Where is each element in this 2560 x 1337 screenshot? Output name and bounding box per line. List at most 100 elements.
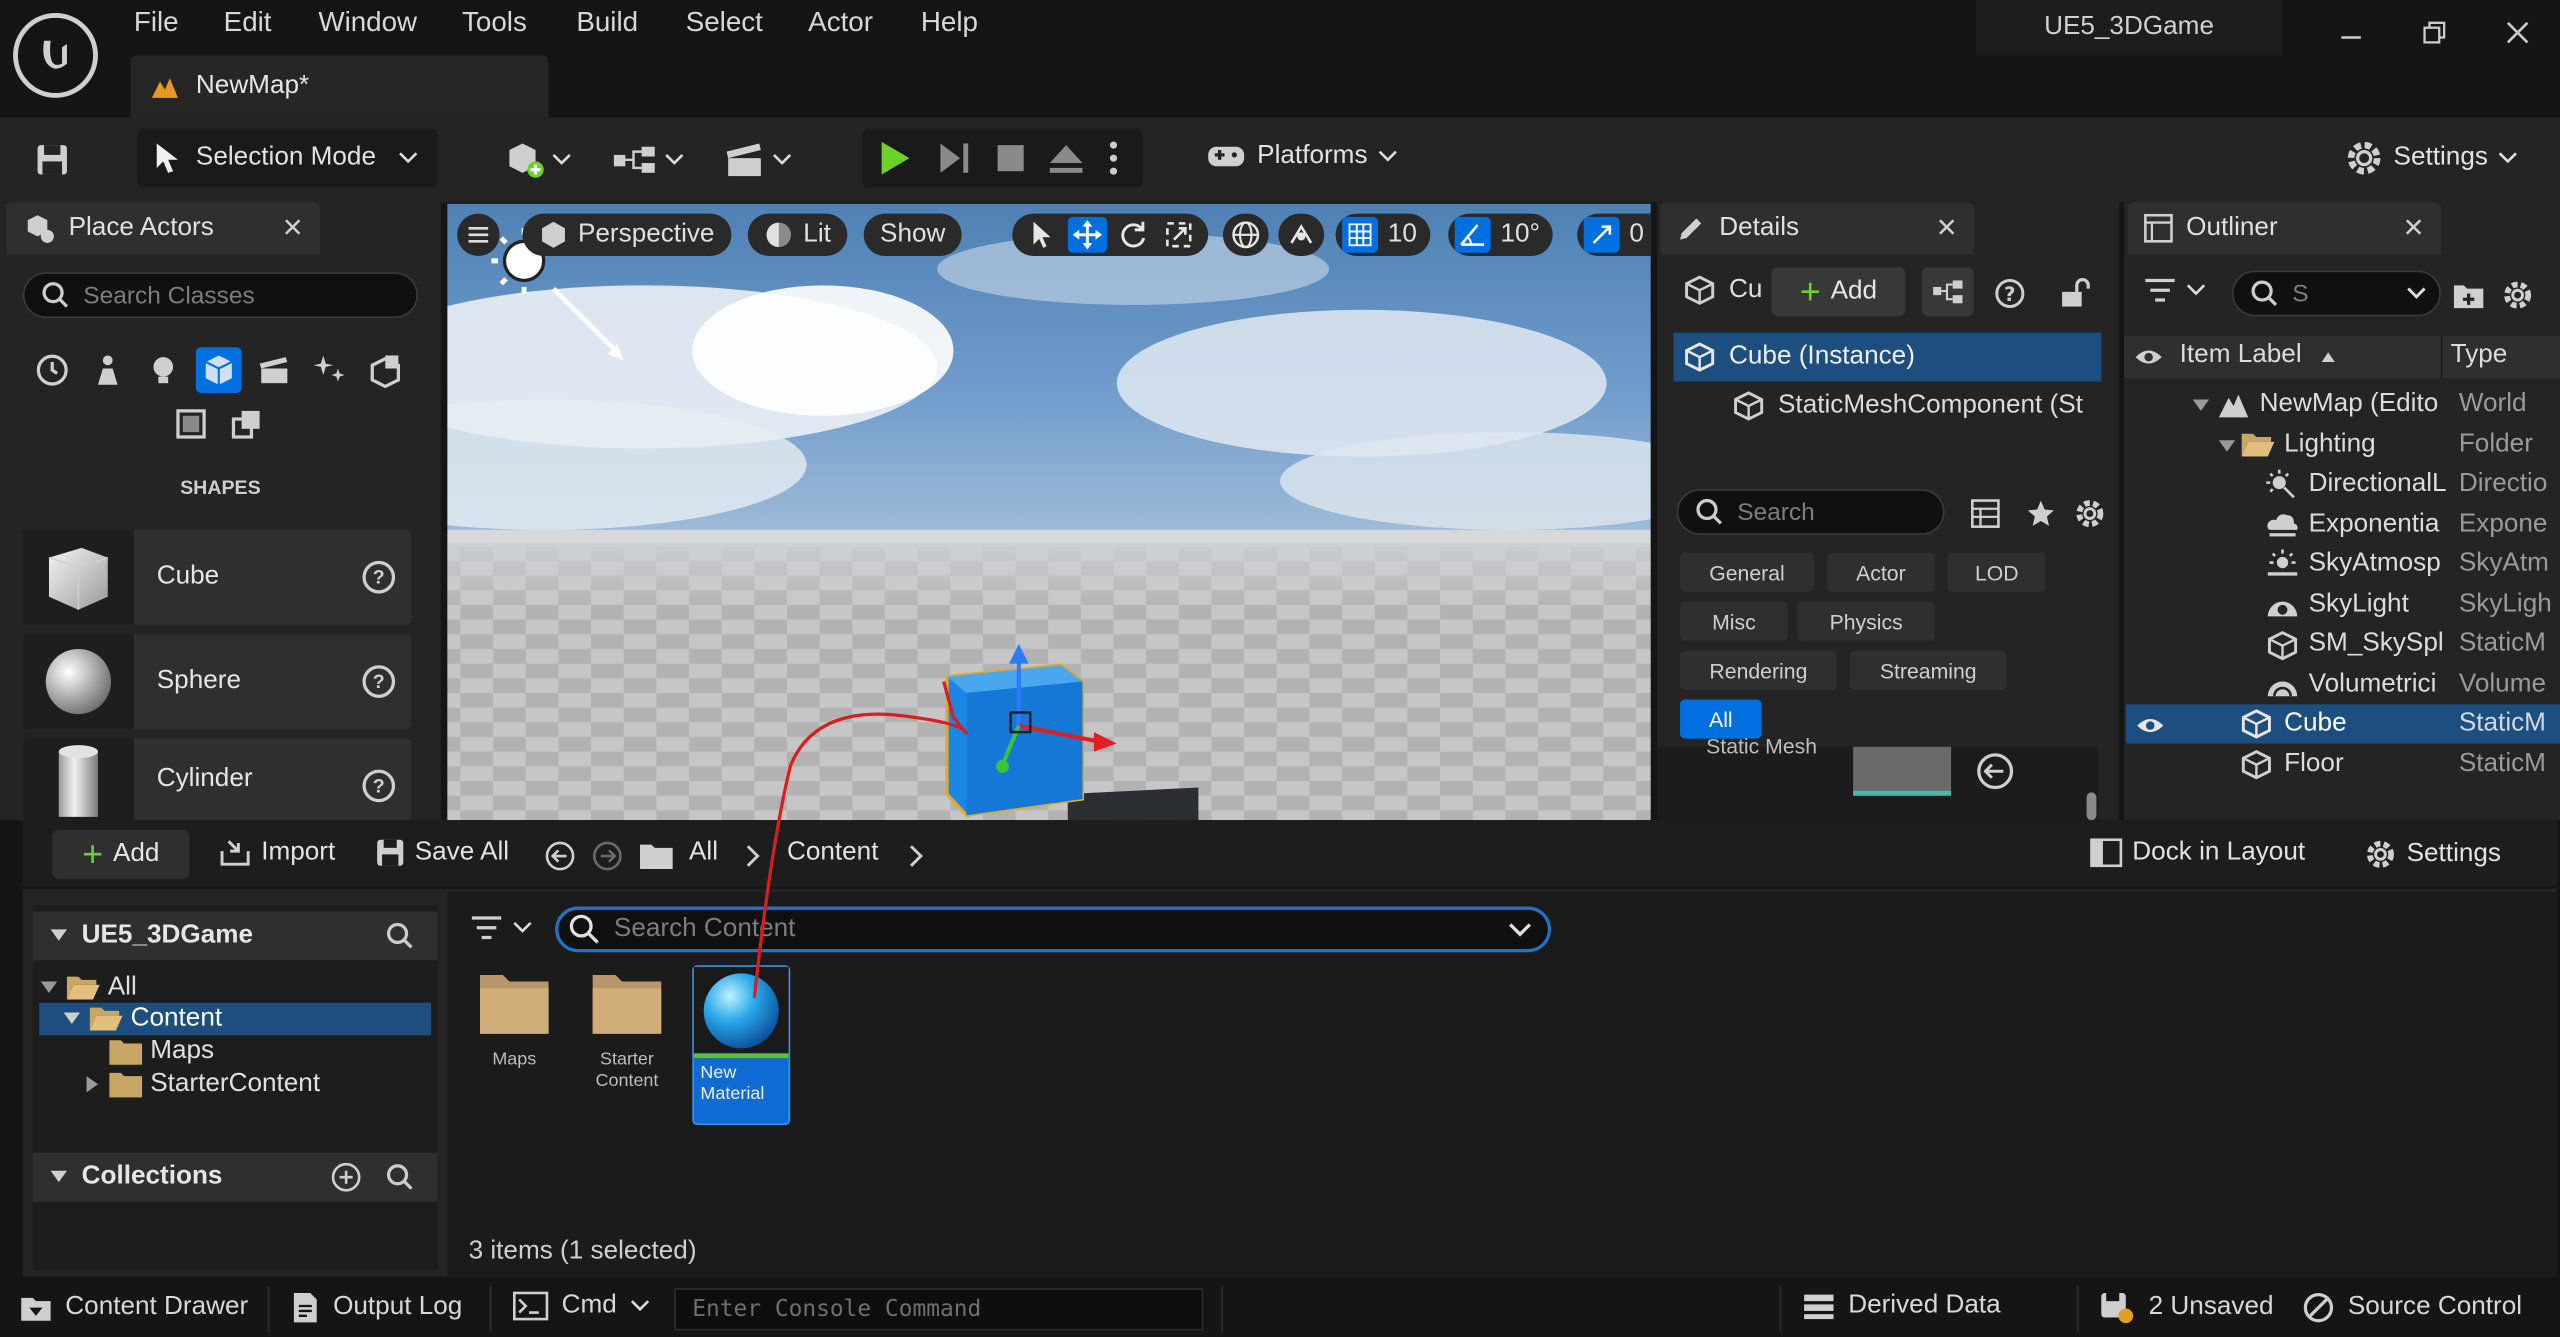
menu-build[interactable]: Build: [576, 7, 638, 40]
derived-data-button[interactable]: Derived Data: [1803, 1291, 2001, 1320]
search-classes-input[interactable]: Search Classes: [22, 272, 418, 318]
add-content-button[interactable]: [498, 137, 576, 183]
recent-icon[interactable]: [29, 347, 75, 393]
viewport-menu-icon[interactable]: [457, 213, 500, 256]
settings-button[interactable]: Settings: [2345, 139, 2518, 178]
filter-general[interactable]: General: [1680, 552, 1814, 592]
source-control-button[interactable]: Source Control: [2302, 1291, 2522, 1324]
surface-snap-icon[interactable]: [1278, 213, 1325, 256]
cmd-dropdown[interactable]: Cmd: [512, 1291, 650, 1321]
blueprint-edit-icon[interactable]: [1921, 267, 1974, 317]
save-all-button[interactable]: Save All: [376, 838, 509, 867]
help-icon[interactable]: ?: [362, 560, 396, 594]
type-column[interactable]: Type: [2451, 341, 2508, 370]
filter-actor[interactable]: Actor: [1826, 552, 1935, 592]
dock-in-layout-button[interactable]: Dock in Layout: [2090, 838, 2305, 868]
outliner-row-exponential-fog[interactable]: Exponentia Expone: [2126, 505, 2560, 544]
select-cursor-icon[interactable]: [1022, 220, 1061, 249]
menu-file[interactable]: File: [134, 7, 179, 40]
history-forward-icon[interactable]: [589, 838, 625, 874]
outliner-row-floor[interactable]: Floor StaticM: [2126, 745, 2560, 784]
search-icon[interactable]: [385, 921, 414, 950]
place-actors-tab[interactable]: Place Actors ✕: [6, 202, 321, 255]
help-icon[interactable]: ?: [362, 769, 396, 803]
add-component-button[interactable]: + Add: [1771, 267, 1906, 317]
browse-arrow-icon[interactable]: [1977, 753, 2014, 790]
outliner-row-lighting[interactable]: Lighting Folder: [2126, 426, 2560, 465]
visibility-eye-icon[interactable]: [2134, 346, 2163, 369]
filter-physics[interactable]: Physics: [1797, 601, 1935, 641]
shape-item-cube[interactable]: Cube ?: [22, 529, 412, 625]
all-classes-icon[interactable]: [224, 401, 270, 447]
add-button[interactable]: + Add: [52, 829, 190, 879]
collections-header[interactable]: Collections: [32, 1152, 438, 1202]
outliner-row-sky-atmosphere[interactable]: SkyAtmosp SkyAtm: [2126, 545, 2560, 584]
gear-icon[interactable]: [2072, 496, 2108, 532]
lights-icon[interactable]: [140, 347, 186, 393]
breadcrumb-all[interactable]: All: [689, 838, 718, 867]
cb-settings-button[interactable]: Settings: [2364, 838, 2501, 871]
menu-window[interactable]: Window: [318, 7, 417, 40]
asset-folder-startercontent[interactable]: Starter Content: [578, 965, 676, 1125]
save-icon[interactable]: [29, 137, 75, 183]
unlock-icon[interactable]: [2056, 274, 2095, 313]
breadcrumb-separator-icon[interactable]: [908, 845, 924, 868]
cinematics-button[interactable]: [718, 137, 796, 183]
outliner-search-input[interactable]: S: [2231, 270, 2441, 317]
selection-mode-button[interactable]: Selection Mode: [137, 128, 438, 188]
cinematic-icon[interactable]: [251, 347, 297, 393]
output-log-button[interactable]: Output Log: [291, 1291, 462, 1324]
minimize-icon[interactable]: [2318, 10, 2383, 56]
outliner-row-cube[interactable]: Cube StaticM: [2125, 704, 2560, 744]
close-icon[interactable]: ✕: [282, 212, 304, 245]
expand-arrow-icon[interactable]: [2217, 439, 2237, 455]
outliner-row-directional-light[interactable]: DirectionalL Directio: [2126, 465, 2560, 504]
console-command-input[interactable]: Enter Console Command: [674, 1288, 1204, 1331]
close-window-icon[interactable]: [2485, 10, 2550, 56]
shape-item-cylinder[interactable]: Cylinder ?: [22, 738, 412, 821]
visibility-eye-icon[interactable]: [2136, 714, 2165, 737]
menu-select[interactable]: Select: [686, 7, 763, 40]
world-space-icon[interactable]: [1222, 213, 1269, 256]
details-search-input[interactable]: Search: [1676, 489, 1945, 535]
chevron-down-icon[interactable]: [1509, 922, 1532, 937]
outliner-filter-button[interactable]: [2144, 277, 2206, 303]
add-folder-icon[interactable]: [2451, 277, 2487, 313]
lit-button[interactable]: Lit: [747, 213, 848, 256]
scale-snap-button[interactable]: 0: [1577, 213, 1651, 256]
filter-lod[interactable]: LOD: [1947, 552, 2046, 592]
expand-arrow-icon[interactable]: [2191, 398, 2211, 414]
menu-actor[interactable]: Actor: [808, 7, 873, 40]
outliner-row-newmap[interactable]: NewMap (Edito World: [2126, 385, 2560, 424]
visual-effects-icon[interactable]: [307, 347, 353, 393]
eject-icon[interactable]: [1038, 129, 1094, 188]
menu-edit[interactable]: Edit: [224, 7, 272, 40]
scale-icon[interactable]: [1159, 220, 1198, 249]
unreal-logo[interactable]: [13, 13, 98, 98]
close-icon[interactable]: ✕: [1936, 212, 1958, 245]
advance-frame-icon[interactable]: [927, 129, 983, 188]
asset-new-material[interactable]: New Material: [692, 965, 791, 1126]
tree-item-all[interactable]: All: [39, 972, 137, 1005]
folder-icon[interactable]: [637, 838, 676, 874]
show-button[interactable]: Show: [863, 213, 962, 256]
search-content-input[interactable]: Search Content: [555, 906, 1552, 953]
gear-icon[interactable]: [2500, 277, 2536, 313]
filter-misc[interactable]: Misc: [1680, 601, 1788, 641]
filter-streaming[interactable]: Streaming: [1849, 650, 2007, 690]
blueprints-button[interactable]: [609, 137, 687, 183]
details-scrollbar[interactable]: [2086, 792, 2097, 821]
tree-item-maps[interactable]: Maps: [108, 1035, 214, 1068]
rotate-icon[interactable]: [1114, 220, 1153, 249]
grid-snap-button[interactable]: 10: [1335, 213, 1430, 256]
more-options-icon[interactable]: [1094, 129, 1133, 188]
history-back-icon[interactable]: [542, 838, 578, 874]
tree-item-content[interactable]: Content: [39, 1002, 432, 1036]
help-icon[interactable]: ?: [362, 665, 396, 698]
help-icon[interactable]: ?: [1990, 274, 2029, 313]
volumes-icon[interactable]: [168, 401, 214, 447]
outliner-tab[interactable]: Outliner ✕: [2127, 202, 2441, 255]
geometry-icon[interactable]: [362, 347, 408, 393]
import-button[interactable]: Import: [219, 838, 335, 867]
unsaved-button[interactable]: 2 Unsaved: [2100, 1291, 2274, 1324]
